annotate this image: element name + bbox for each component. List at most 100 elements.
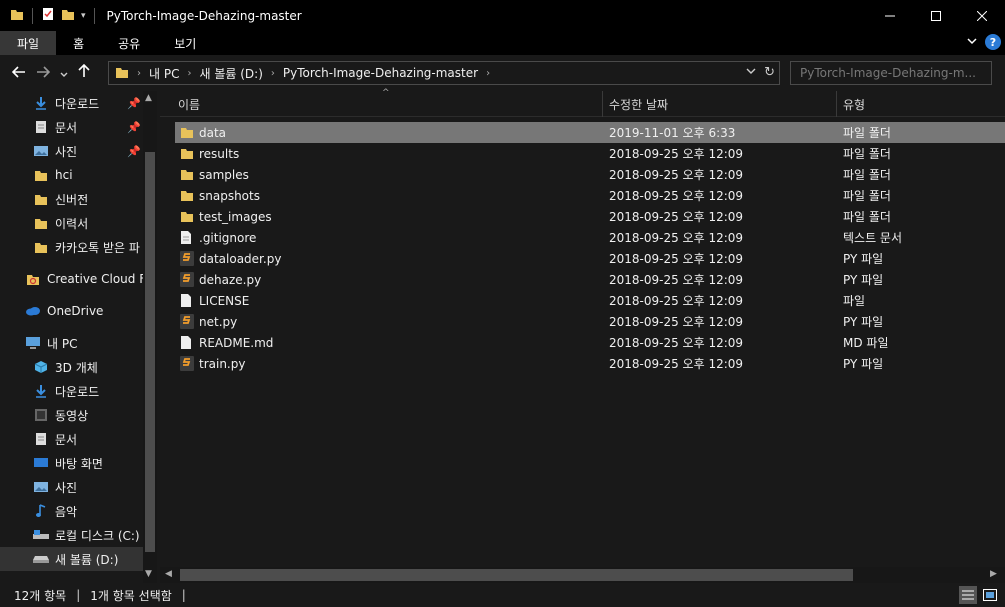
pin-icon[interactable]: 📌 [127,145,141,158]
tab-view[interactable]: 보기 [157,31,213,55]
file-row-readme-md[interactable]: README.md 2018-09-25 오후 12:09 MD 파일 [175,332,1005,353]
maximize-button[interactable] [913,0,959,31]
file-type: 파일 폴더 [843,189,891,203]
tab-file[interactable]: 파일 [0,31,57,55]
file-name: .gitignore [199,230,257,245]
sidebar-item-downloads[interactable]: 다운로드 [0,379,143,403]
minimize-button[interactable] [867,0,913,31]
file-type: 파일 폴더 [843,210,891,224]
breadcrumb-separator-icon[interactable]: › [271,68,275,79]
column-divider[interactable] [602,91,603,117]
sidebar-item-label: 다운로드 [55,384,100,399]
help-icon[interactable]: ? [985,34,1001,50]
scroll-right-icon[interactable]: ▶ [990,569,997,579]
tab-home[interactable]: 홈 [56,31,101,55]
scroll-down-icon[interactable]: ▼ [145,569,152,579]
recent-locations-icon[interactable] [60,64,68,82]
sidebar-item-label: 신버전 [55,192,89,207]
close-button[interactable] [959,0,1005,31]
sidebar-item-desktop[interactable]: 바탕 화면 [0,451,143,475]
file-row-test-images[interactable]: test_images 2018-09-25 오후 12:09 파일 폴더 [175,206,1005,227]
sidebar-item-videos[interactable]: 동영상 [0,403,143,427]
sidebar-item-label: 문서 [55,432,78,447]
folder-icon [180,167,194,182]
breadcrumb-current-folder[interactable]: PyTorch-Image-Dehazing-master [283,66,478,80]
sidebar-item-local-disk-c[interactable]: 로컬 디스크 (C:) [0,523,143,547]
tab-share[interactable]: 공유 [101,31,157,55]
column-header-type[interactable]: 유형 [843,96,865,113]
large-icons-view-icon[interactable] [981,586,999,604]
column-header-name[interactable]: 이름 [178,96,200,113]
sidebar-item-pictures[interactable]: 사진 [0,475,143,499]
horizontal-scrollbar[interactable]: ◀ ▶ [160,567,1005,583]
file-row-train-py[interactable]: train.py 2018-09-25 오후 12:09 PY 파일 [175,353,1005,374]
sidebar-item-creative-cloud[interactable]: Creative Cloud Fil [0,267,143,291]
sidebar-item-downloads-pinned[interactable]: 다운로드 📌 [0,91,143,115]
document-icon [33,431,49,447]
sidebar-item-onedrive[interactable]: OneDrive [0,299,143,323]
breadcrumb-separator-icon[interactable]: › [486,68,490,79]
properties-icon[interactable] [41,7,55,24]
file-row-data[interactable]: data 2019-11-01 오후 6:33 파일 폴더 [175,122,1005,143]
local-disk-icon [33,527,49,543]
file-row-license[interactable]: LICENSE 2018-09-25 오후 12:09 파일 [175,290,1005,311]
address-dropdown-icon[interactable] [746,65,756,80]
customize-qa-icon[interactable]: ▾ [81,11,86,21]
file-row-dataloader-py[interactable]: dataloader.py 2018-09-25 오후 12:09 PY 파일 [175,248,1005,269]
toolbar-divider [93,7,95,24]
breadcrumb-volume-d[interactable]: 새 볼륨 (D:) [199,65,262,82]
column-header-date[interactable]: 수정한 날짜 [609,96,668,113]
file-name: README.md [199,335,274,350]
scroll-left-icon[interactable]: ◀ [165,569,172,579]
sidebar-item-hci[interactable]: hci [0,163,143,187]
file-type: MD 파일 [843,336,889,350]
sidebar-item-label: 바탕 화면 [55,456,103,471]
sidebar-item-documents-pinned[interactable]: 문서 📌 [0,115,143,139]
search-input[interactable]: PyTorch-Image-Dehazing-m... [790,61,992,85]
sidebar-item-resume[interactable]: 이력서 [0,211,143,235]
breadcrumb-this-pc[interactable]: 내 PC [149,65,179,82]
sidebar-scrollbar[interactable]: ▲ ▼ [143,91,157,583]
file-name: data [199,125,227,140]
sidebar-item-label: 3D 개체 [55,360,98,375]
file-name: LICENSE [199,293,250,308]
up-arrow-icon[interactable] [78,63,90,82]
file-row-snapshots[interactable]: snapshots 2018-09-25 오후 12:09 파일 폴더 [175,185,1005,206]
sidebar-item-label: 새 볼륨 (D:) [55,552,119,567]
scroll-up-icon[interactable]: ▲ [145,93,152,103]
drive-icon [33,551,49,567]
details-view-icon[interactable] [959,586,977,604]
sidebar-item-documents[interactable]: 문서 [0,427,143,451]
scrollbar-thumb[interactable] [145,152,155,552]
pin-icon[interactable]: 📌 [127,97,141,110]
video-icon [33,407,49,423]
column-divider[interactable] [836,91,837,117]
file-row-net-py[interactable]: net.py 2018-09-25 오후 12:09 PY 파일 [175,311,1005,332]
sidebar-item-3d-objects[interactable]: 3D 개체 [0,355,143,379]
sidebar-item-new-version[interactable]: 신버전 [0,187,143,211]
expand-ribbon-icon[interactable] [967,36,977,49]
python-file-icon [180,251,194,266]
sidebar-item-kakaotalk[interactable]: 카카오톡 받은 파 [0,235,143,259]
new-folder-icon[interactable] [61,7,75,24]
sidebar-item-this-pc[interactable]: 내 PC [0,331,143,355]
file-row-samples[interactable]: samples 2018-09-25 오후 12:09 파일 폴더 [175,164,1005,185]
refresh-icon[interactable]: ↻ [764,65,775,80]
file-row-dehaze-py[interactable]: dehaze.py 2018-09-25 오후 12:09 PY 파일 [175,269,1005,290]
sidebar-item-music[interactable]: 음악 [0,499,143,523]
sidebar-item-pictures-pinned[interactable]: 사진 📌 [0,139,143,163]
file-row-results[interactable]: results 2018-09-25 오후 12:09 파일 폴더 [175,143,1005,164]
breadcrumb-separator-icon[interactable]: › [187,68,191,79]
pin-icon[interactable]: 📌 [127,121,141,134]
breadcrumb-separator-icon[interactable]: › [137,68,141,79]
selection-count: 1개 항목 선택함 [90,588,172,603]
file-row-gitignore[interactable]: .gitignore 2018-09-25 오후 12:09 텍스트 문서 [175,227,1005,248]
scrollbar-thumb[interactable] [180,569,853,581]
toolbar-divider [32,7,33,24]
forward-arrow-icon[interactable] [36,64,51,82]
onedrive-icon [25,303,41,319]
sidebar-item-volume-d[interactable]: 새 볼륨 (D:) [0,547,143,571]
file-date: 2018-09-25 오후 12:09 [609,168,744,182]
back-arrow-icon[interactable] [11,64,26,82]
address-bar[interactable]: › 내 PC › 새 볼륨 (D:) › PyTorch-Image-Dehaz… [108,61,780,85]
